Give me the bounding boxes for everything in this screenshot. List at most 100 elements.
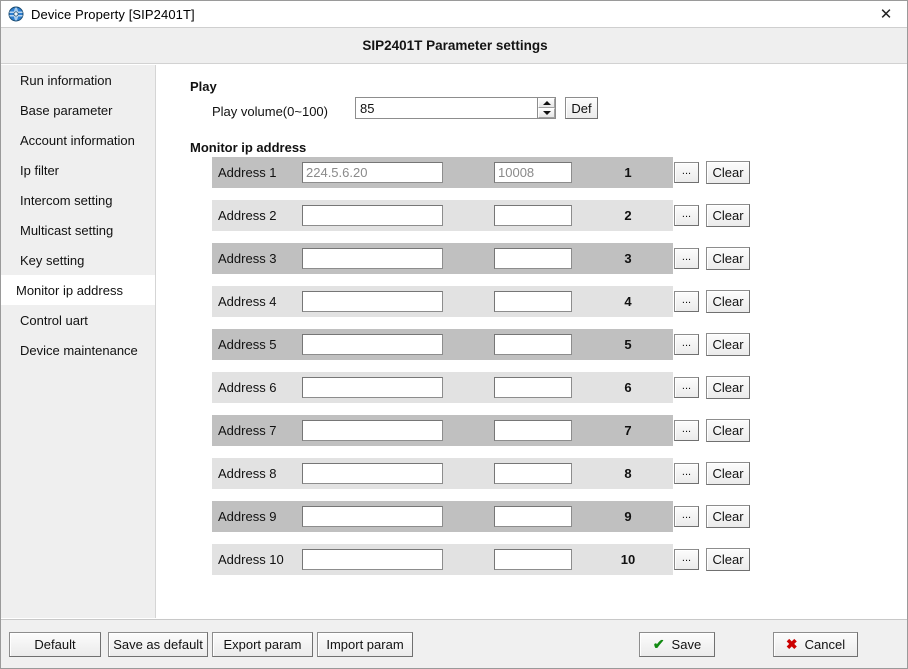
sidebar-item-base-parameter[interactable]: Base parameter (1, 95, 155, 125)
ip-address-input[interactable] (302, 291, 443, 312)
priority-value: 1 (624, 165, 632, 180)
check-icon: ✔ (652, 636, 665, 652)
port-input[interactable] (494, 377, 572, 398)
port-input[interactable] (494, 549, 572, 570)
clear-button[interactable]: Clear (706, 462, 750, 485)
import-param-button[interactable]: Import param (317, 632, 413, 657)
port-input[interactable] (494, 248, 572, 269)
table-row: Address 9 9... Clear (157, 495, 907, 538)
play-volume-label: Play volume(0~100) (212, 104, 328, 119)
clear-button[interactable]: Clear (706, 548, 750, 571)
cancel-button[interactable]: ✖ Cancel (773, 632, 858, 657)
ip-address-input[interactable] (302, 463, 443, 484)
priority-value: 3 (624, 251, 632, 266)
table-row: Address 4 4... Clear (157, 280, 907, 323)
sidebar-item-intercom-setting[interactable]: Intercom setting (1, 185, 155, 215)
sidebar-item-label: Intercom setting (20, 192, 113, 208)
clear-button[interactable]: Clear (706, 247, 750, 270)
ip-address-input[interactable] (302, 549, 443, 570)
sidebar-item-label: Run information (20, 72, 112, 88)
ip-address-input[interactable] (302, 420, 443, 441)
ip-address-input[interactable] (302, 205, 443, 226)
ip-address-input[interactable] (302, 334, 443, 355)
sidebar-item-account-information[interactable]: Account information (1, 125, 155, 155)
sidebar-item-ip-filter[interactable]: Ip filter (1, 155, 155, 185)
title-bar: Device Property [SIP2401T] ✕ (1, 1, 907, 28)
save-as-default-button[interactable]: Save as default (108, 632, 208, 657)
clear-button[interactable]: Clear (706, 161, 750, 184)
port-input[interactable] (494, 334, 572, 355)
spin-down-button[interactable] (538, 108, 555, 118)
clear-button[interactable]: Clear (706, 290, 750, 313)
row-address-label: Address 7 (218, 423, 277, 438)
clear-button[interactable]: Clear (706, 376, 750, 399)
row-address-label: Address 5 (218, 337, 277, 352)
play-volume-spin-buttons (537, 98, 555, 118)
spin-up-button[interactable] (538, 98, 555, 108)
sidebar-item-run-information[interactable]: Run information (1, 65, 155, 95)
priority-value: 7 (624, 423, 632, 438)
port-input[interactable] (494, 420, 572, 441)
port-input[interactable] (494, 291, 572, 312)
sidebar-item-multicast-setting[interactable]: Multicast setting (1, 215, 155, 245)
row-address-label: Address 8 (218, 466, 277, 481)
browse-button[interactable]: ... (674, 248, 699, 269)
sidebar-item-label: Control uart (20, 312, 88, 328)
browse-button[interactable]: ... (674, 334, 699, 355)
ip-address-input[interactable] (302, 506, 443, 527)
default-button[interactable]: Default (9, 632, 101, 657)
table-row: Address 7 7... Clear (157, 409, 907, 452)
browse-button[interactable]: ... (674, 205, 699, 226)
clear-button[interactable]: Clear (706, 333, 750, 356)
browse-button[interactable]: ... (674, 162, 699, 183)
row-address-label: Address 6 (218, 380, 277, 395)
priority-value: 6 (624, 380, 632, 395)
play-volume-input[interactable]: 85 (356, 98, 537, 118)
clear-button[interactable]: Clear (706, 204, 750, 227)
browse-button[interactable]: ... (674, 420, 699, 441)
sidebar-item-label: Account information (20, 132, 135, 148)
table-row: Address 10 10... Clear (157, 538, 907, 581)
window-title: Device Property [SIP2401T] (31, 6, 195, 22)
sidebar-nav: Run information Base parameter Account inf… (1, 65, 156, 618)
clear-button[interactable]: Clear (706, 419, 750, 442)
sidebar-item-device-maintenance[interactable]: Device maintenance (1, 335, 155, 365)
port-input[interactable] (494, 506, 572, 527)
sidebar-item-label: Base parameter (20, 102, 113, 118)
sidebar-item-monitor-ip-address[interactable]: Monitor ip address (1, 275, 155, 305)
table-row: Address 5 5... Clear (157, 323, 907, 366)
table-row: Address 6 6... Clear (157, 366, 907, 409)
ip-address-input[interactable] (302, 377, 443, 398)
priority-value: 9 (624, 509, 632, 524)
export-param-button[interactable]: Export param (212, 632, 313, 657)
sidebar-item-label: Ip filter (20, 162, 60, 178)
sidebar-item-label: Multicast setting (20, 222, 114, 238)
play-volume-stepper[interactable]: 85 (355, 97, 556, 119)
ip-address-value: 224.5.6.20 (306, 165, 368, 180)
sidebar-item-key-setting[interactable]: Key setting (1, 245, 155, 275)
browse-button[interactable]: ... (674, 463, 699, 484)
browse-button[interactable]: ... (674, 549, 699, 570)
priority-value: 4 (624, 294, 632, 309)
port-input[interactable] (494, 205, 572, 226)
priority-value: 5 (624, 337, 632, 352)
device-property-window: Device Property [SIP2401T] ✕ SIP2401T Pa… (0, 0, 908, 669)
sidebar-item-label: Monitor ip address (16, 282, 123, 298)
sidebar-item-control-uart[interactable]: Control uart (1, 305, 155, 335)
table-row: Address 8 8... Clear (157, 452, 907, 495)
ip-address-input[interactable]: 224.5.6.20 (302, 162, 443, 183)
save-button[interactable]: ✔ Save (639, 632, 715, 657)
browse-button[interactable]: ... (674, 377, 699, 398)
clear-button[interactable]: Clear (706, 505, 750, 528)
ip-address-input[interactable] (302, 248, 443, 269)
row-address-label: Address 10 (218, 552, 284, 567)
play-volume-default-button[interactable]: Def (565, 97, 598, 119)
port-input[interactable] (494, 463, 572, 484)
close-icon[interactable]: ✕ (863, 1, 907, 27)
browse-button[interactable]: ... (674, 506, 699, 527)
page-title: SIP2401T Parameter settings (362, 38, 548, 53)
browse-button[interactable]: ... (674, 291, 699, 312)
save-button-label: Save (671, 637, 702, 652)
page-header: SIP2401T Parameter settings (1, 28, 907, 64)
port-input[interactable]: 10008 (494, 162, 572, 183)
